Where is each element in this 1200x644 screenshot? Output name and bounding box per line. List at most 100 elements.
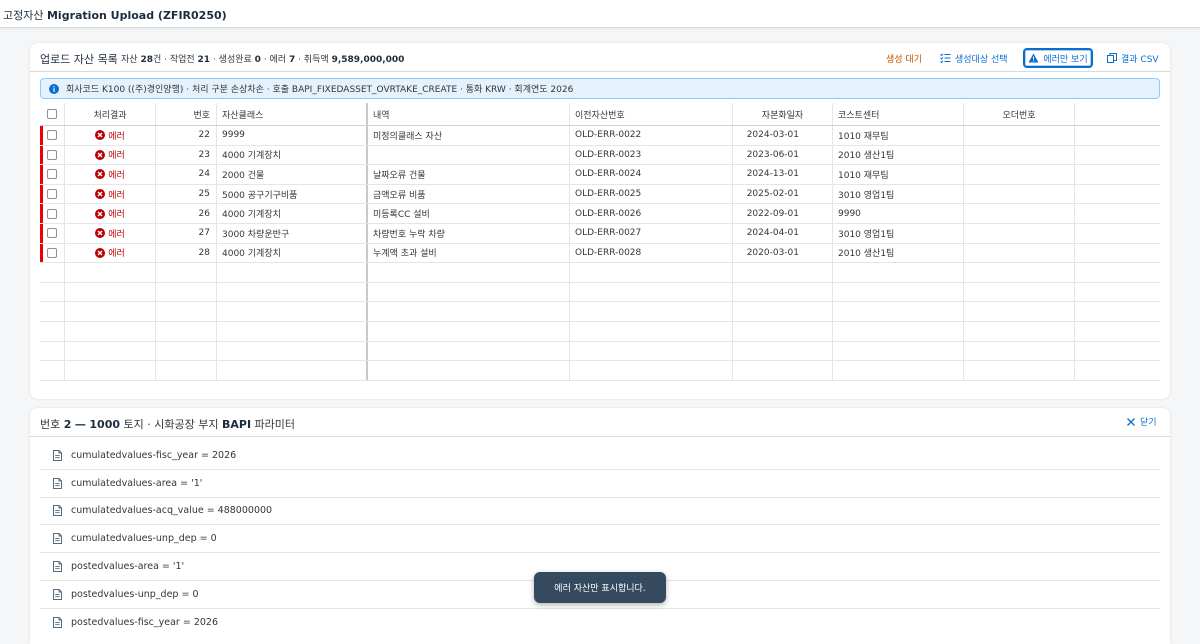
- old-asset-number-cell: OLD-ERR-0023: [570, 145, 733, 165]
- column-header-description[interactable]: 내역: [368, 103, 570, 125]
- table-row[interactable]: 에러 27 3000 차량운반구 차량번호 누락 차량 OLD-ERR-0027 2024…: [40, 223, 1160, 244]
- empty-cell: [40, 263, 65, 282]
- error-status: 에러: [95, 188, 125, 201]
- column-header-order-number[interactable]: 오더번호: [964, 103, 1075, 125]
- stat-errors: 7: [288, 55, 296, 65]
- info-icon: [49, 83, 59, 94]
- number-cell: 27: [156, 223, 217, 243]
- app-title: 고정자산 Migration Upload (ZFIR0250): [3, 7, 227, 23]
- empty-cell: [156, 302, 217, 321]
- column-header-old-asset-number[interactable]: 이전자산번호: [570, 103, 733, 125]
- bapi-parameters-header: 번호 2 — 1000 토지 · 시화공장 부지 BAPI 파라미터 닫기: [30, 408, 1170, 437]
- table-row[interactable]: 에러 26 4000 기계장치 미등록CC 설비 OLD-ERR-0026 2022-09…: [40, 204, 1160, 224]
- close-params-button[interactable]: 닫기: [1127, 415, 1157, 428]
- stat-label-errors: · 에러: [263, 55, 287, 65]
- empty-cell: [65, 361, 156, 380]
- app-title-prefix: 고정자산: [3, 9, 44, 22]
- error-status: 에러: [95, 207, 125, 220]
- order-number-cell: [964, 204, 1075, 223]
- table-row[interactable]: 에러 24 2000 건물 날짜오류 건물 OLD-ERR-0024 2024-13-01…: [40, 165, 1160, 185]
- parameter-text: postedvalues-unp_dep = 0: [71, 588, 199, 600]
- empty-cell: [65, 302, 156, 321]
- row-select-cell[interactable]: [40, 223, 65, 243]
- asset-list-header: 업로드 자산 목록 자산 28건 · 작업전 21 · 생성완료 0 · 에러 …: [30, 43, 1170, 72]
- column-header-cost-center[interactable]: 코스트센터: [833, 103, 964, 125]
- column-header-capitalization-date[interactable]: 자본화일자: [733, 103, 833, 125]
- empty-cell: [964, 361, 1075, 380]
- cost-center-cell: 2010 생산1팀: [833, 243, 964, 263]
- export-csv-button[interactable]: 결과 CSV: [1107, 48, 1159, 68]
- row-select-cell[interactable]: [40, 165, 65, 184]
- empty-table-row: [40, 302, 1160, 322]
- document-icon: [53, 505, 62, 517]
- empty-cell: [964, 263, 1075, 282]
- select-all-cell[interactable]: [40, 103, 65, 125]
- column-header-number[interactable]: 번호: [156, 103, 217, 125]
- cost-center-cell: 2010 생산1팀: [833, 145, 964, 165]
- parameter-text: cumulatedvalues-fisc_year = 2026: [71, 449, 237, 461]
- empty-cell: [368, 302, 570, 321]
- row-checkbox[interactable]: [47, 130, 57, 141]
- empty-cell: [65, 263, 156, 282]
- close-icon: [1127, 417, 1135, 426]
- table-row[interactable]: 에러 25 5000 공구기구비품 금액오류 비품 OLD-ERR-0025 2025-0…: [40, 184, 1160, 205]
- asset-list-panel: 업로드 자산 목록 자산 28건 · 작업전 21 · 생성완료 0 · 에러 …: [30, 43, 1170, 399]
- order-number-cell: [964, 165, 1075, 184]
- asset-class-cell: 4000 기계장치: [217, 145, 368, 165]
- row-select-cell[interactable]: [40, 145, 65, 165]
- empty-cell: [40, 321, 65, 341]
- result-cell: 에러: [65, 223, 156, 243]
- parameter-row: postedvalues-fisc_year = 2026: [40, 609, 1160, 637]
- row-checkbox[interactable]: [47, 149, 57, 160]
- document-icon: [53, 617, 62, 629]
- params-title-code: 1000: [89, 418, 121, 431]
- empty-cell: [570, 302, 733, 321]
- row-select-cell[interactable]: [40, 204, 65, 223]
- empty-cell: [733, 263, 833, 282]
- row-checkbox[interactable]: [47, 169, 57, 180]
- table-header-row: 처리결과 번호 자산클래스 내역 이전자산번호 자본화일자 코스트센터 오더번호: [40, 103, 1160, 126]
- empty-cell: [570, 282, 733, 302]
- copy-document-icon: [1107, 53, 1117, 63]
- status-text: 에러: [108, 229, 125, 240]
- empty-cell: [368, 341, 570, 361]
- error-status: 에러: [95, 129, 125, 142]
- table-row[interactable]: 에러 28 4000 기계장치 누계액 초과 설비 OLD-ERR-0028 2020-0…: [40, 243, 1160, 264]
- context-info-text: 회사코드 K100 ((주)경인양행) · 처리 구분 손상차손 · 호출 BA…: [66, 85, 574, 95]
- table-row[interactable]: 에러 23 4000 기계장치 OLD-ERR-0023 2023-06-01 2010 …: [40, 145, 1160, 166]
- empty-table-row: [40, 263, 1160, 283]
- params-title-bapi: BAPI: [221, 418, 252, 431]
- parameter-text: postedvalues-area = '1': [71, 561, 185, 573]
- number-cell: 22: [156, 126, 217, 145]
- empty-cell: [833, 341, 964, 361]
- errors-only-button[interactable]: 에러만 보기: [1023, 48, 1093, 68]
- empty-cell: [964, 302, 1075, 321]
- error-status: 에러: [95, 168, 125, 181]
- empty-cell: [833, 263, 964, 282]
- app-title-main: Migration Upload (ZFIR0250): [46, 9, 227, 22]
- row-checkbox[interactable]: [47, 228, 57, 239]
- row-select-cell[interactable]: [40, 243, 65, 263]
- column-header-asset-class[interactable]: 자산클래스: [217, 103, 368, 125]
- row-select-cell[interactable]: [40, 184, 65, 204]
- select-all-checkbox[interactable]: [47, 109, 57, 119]
- column-header-result[interactable]: 처리결과: [65, 103, 156, 125]
- table-row[interactable]: 에러 22 9999 미정의클래스 자산 OLD-ERR-0022 2024-03-01 1…: [40, 126, 1160, 146]
- row-select-cell[interactable]: [40, 126, 65, 145]
- asset-class-cell: 4000 기계장치: [217, 204, 368, 223]
- document-icon: [53, 449, 62, 461]
- row-checkbox[interactable]: [47, 247, 57, 258]
- select-targets-button[interactable]: 생성대상 선택: [940, 48, 1008, 68]
- empty-cell: [217, 263, 368, 282]
- row-checkbox[interactable]: [47, 208, 57, 219]
- params-title-suffix: 파라미터: [254, 418, 296, 431]
- stat-done: 0: [254, 55, 261, 65]
- row-checkbox[interactable]: [47, 189, 57, 200]
- export-csv-label: 결과 CSV: [1121, 54, 1159, 65]
- status-text: 에러: [108, 190, 125, 201]
- stat-amount: 9,589,000,000: [331, 55, 405, 65]
- pending-filter-button[interactable]: 생성 대기: [886, 48, 922, 68]
- stat-total: 28: [140, 55, 153, 65]
- checklist-icon: [940, 53, 951, 63]
- order-number-cell: [964, 243, 1075, 263]
